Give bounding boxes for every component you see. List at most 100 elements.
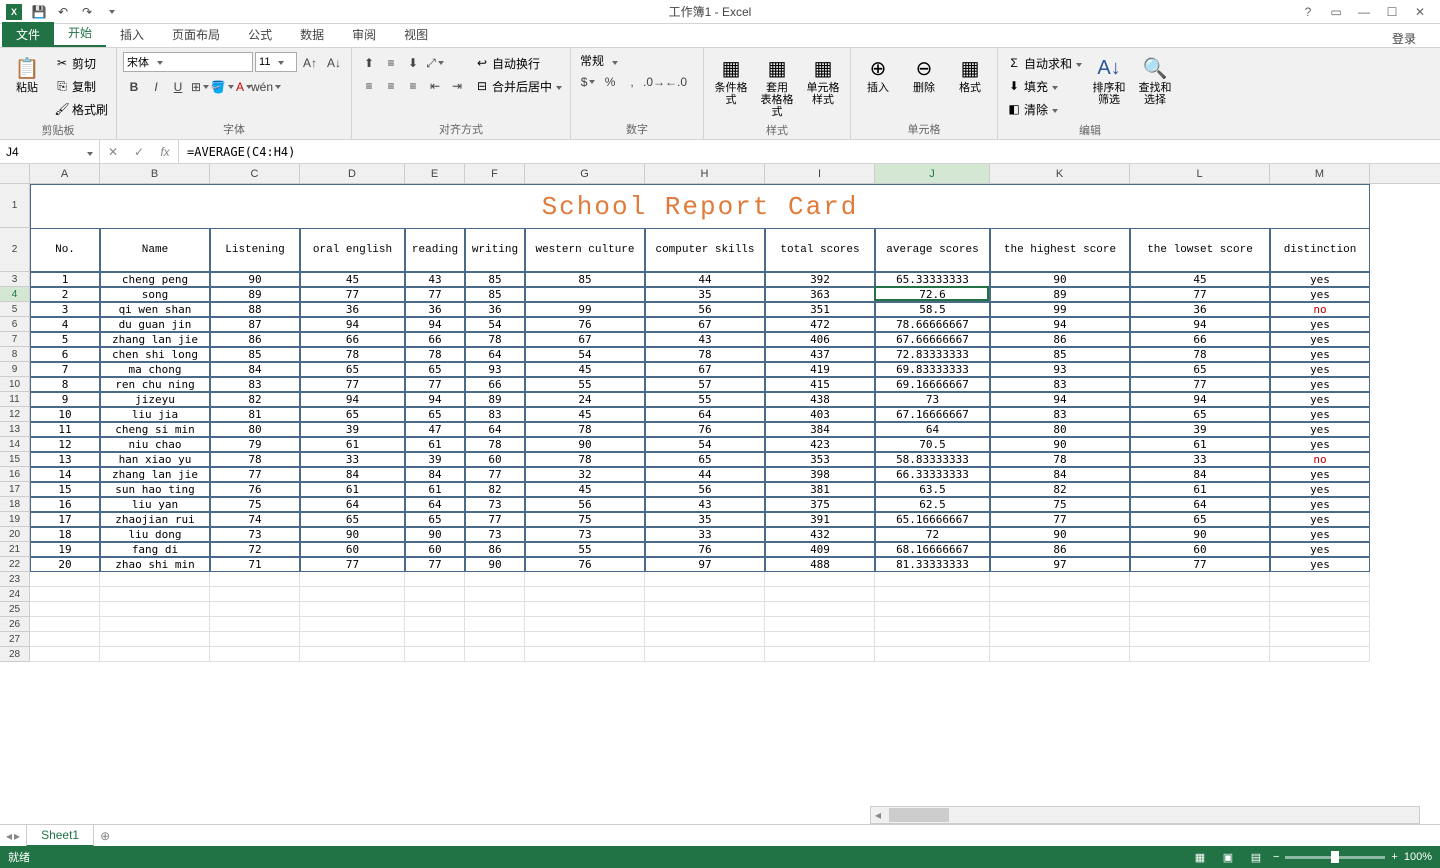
data-cell[interactable]: 90	[990, 437, 1130, 452]
data-cell[interactable]: 78	[525, 422, 645, 437]
data-cell[interactable]: 65.33333333	[875, 272, 990, 287]
data-cell[interactable]: 78	[210, 452, 300, 467]
data-cell[interactable]: 83	[990, 377, 1130, 392]
data-cell[interactable]: qi wen shan	[100, 302, 210, 317]
data-cell[interactable]: 7	[30, 362, 100, 377]
data-cell[interactable]: 5	[30, 332, 100, 347]
col-header-D[interactable]: D	[300, 164, 405, 183]
data-cell[interactable]: zhao shi min	[100, 557, 210, 572]
horizontal-scrollbar[interactable]: ◂	[870, 806, 1420, 824]
data-cell[interactable]: 76	[525, 557, 645, 572]
zoom-in-button[interactable]: +	[1391, 851, 1397, 863]
data-cell[interactable]: 45	[525, 482, 645, 497]
data-cell[interactable]: 415	[765, 377, 875, 392]
row-header-6[interactable]: 6	[0, 317, 30, 332]
empty-cell[interactable]	[1270, 647, 1370, 662]
empty-cell[interactable]	[30, 602, 100, 617]
data-cell[interactable]: 403	[765, 407, 875, 422]
data-cell[interactable]: 86	[990, 332, 1130, 347]
row-header-10[interactable]: 10	[0, 377, 30, 392]
empty-cell[interactable]	[210, 632, 300, 647]
empty-cell[interactable]	[875, 572, 990, 587]
data-cell[interactable]: 78	[465, 332, 525, 347]
data-cell[interactable]: 64	[875, 422, 990, 437]
data-cell[interactable]: 55	[525, 542, 645, 557]
data-cell[interactable]: yes	[1270, 542, 1370, 557]
data-cell[interactable]: 93	[990, 362, 1130, 377]
format-painter-button[interactable]: 🖌格式刷	[52, 98, 110, 120]
close-button[interactable]: ✕	[1410, 5, 1430, 19]
row-header-2[interactable]: 2	[0, 228, 30, 272]
empty-cell[interactable]	[765, 617, 875, 632]
data-cell[interactable]: 82	[210, 392, 300, 407]
cancel-formula-button[interactable]: ✕	[100, 145, 126, 159]
data-cell[interactable]: 84	[210, 362, 300, 377]
empty-cell[interactable]	[645, 647, 765, 662]
data-cell[interactable]: 94	[990, 392, 1130, 407]
data-cell[interactable]: yes	[1270, 512, 1370, 527]
row-header-16[interactable]: 16	[0, 467, 30, 482]
border-button[interactable]: ⊞	[189, 76, 211, 98]
data-cell[interactable]: yes	[1270, 557, 1370, 572]
empty-cell[interactable]	[765, 632, 875, 647]
empty-cell[interactable]	[405, 587, 465, 602]
empty-cell[interactable]	[990, 647, 1130, 662]
data-cell[interactable]: 6	[30, 347, 100, 362]
data-cell[interactable]: ma chong	[100, 362, 210, 377]
data-cell[interactable]: 80	[210, 422, 300, 437]
data-cell[interactable]: yes	[1270, 392, 1370, 407]
data-cell[interactable]: 12	[30, 437, 100, 452]
data-cell[interactable]: yes	[1270, 332, 1370, 347]
font-name-select[interactable]: 宋体	[123, 52, 253, 72]
empty-cell[interactable]	[875, 632, 990, 647]
data-cell[interactable]: 78.66666667	[875, 317, 990, 332]
empty-cell[interactable]	[525, 647, 645, 662]
data-cell[interactable]: 94	[300, 392, 405, 407]
col-header-B[interactable]: B	[100, 164, 210, 183]
zoom-out-button[interactable]: −	[1273, 851, 1279, 863]
empty-cell[interactable]	[990, 572, 1130, 587]
data-cell[interactable]: 84	[990, 467, 1130, 482]
empty-cell[interactable]	[990, 602, 1130, 617]
data-cell[interactable]: 77	[990, 512, 1130, 527]
data-cell[interactable]: 90	[990, 272, 1130, 287]
view-page-break-button[interactable]: ▤	[1245, 848, 1267, 866]
row-header-14[interactable]: 14	[0, 437, 30, 452]
data-cell[interactable]: 44	[645, 467, 765, 482]
data-cell[interactable]: 64	[465, 422, 525, 437]
number-format-select[interactable]: 常规	[577, 52, 697, 69]
empty-cell[interactable]	[300, 572, 405, 587]
empty-cell[interactable]	[300, 617, 405, 632]
align-bottom-button[interactable]: ⬇	[402, 52, 424, 74]
data-cell[interactable]: 83	[465, 407, 525, 422]
tab-insert[interactable]: 插入	[106, 22, 158, 47]
data-cell[interactable]: 72.83333333	[875, 347, 990, 362]
data-cell[interactable]: 78	[1130, 347, 1270, 362]
header-cell[interactable]: distinction	[1270, 228, 1370, 272]
data-cell[interactable]: 93	[465, 362, 525, 377]
fx-button[interactable]: fx	[152, 145, 178, 159]
data-cell[interactable]: 77	[405, 287, 465, 302]
bold-button[interactable]: B	[123, 76, 145, 98]
header-cell[interactable]: the lowset score	[1130, 228, 1270, 272]
data-cell[interactable]: 1	[30, 272, 100, 287]
data-cell[interactable]: 82	[990, 482, 1130, 497]
data-cell[interactable]: 11	[30, 422, 100, 437]
data-cell[interactable]: 58.5	[875, 302, 990, 317]
data-cell[interactable]: 66	[465, 377, 525, 392]
empty-cell[interactable]	[525, 602, 645, 617]
col-header-E[interactable]: E	[405, 164, 465, 183]
data-cell[interactable]: 56	[645, 302, 765, 317]
data-cell[interactable]: 65	[645, 452, 765, 467]
data-cell[interactable]: 72.6	[875, 287, 990, 302]
data-cell[interactable]: 85	[465, 287, 525, 302]
data-cell[interactable]: 83	[990, 407, 1130, 422]
data-cell[interactable]: 94	[300, 317, 405, 332]
cut-button[interactable]: ✂剪切	[52, 52, 110, 74]
add-sheet-button[interactable]: ⊕	[94, 829, 116, 843]
data-cell[interactable]: 94	[405, 392, 465, 407]
empty-cell[interactable]	[300, 632, 405, 647]
phonetic-button[interactable]: wén	[255, 76, 277, 98]
empty-cell[interactable]	[210, 617, 300, 632]
data-cell[interactable]: 88	[210, 302, 300, 317]
